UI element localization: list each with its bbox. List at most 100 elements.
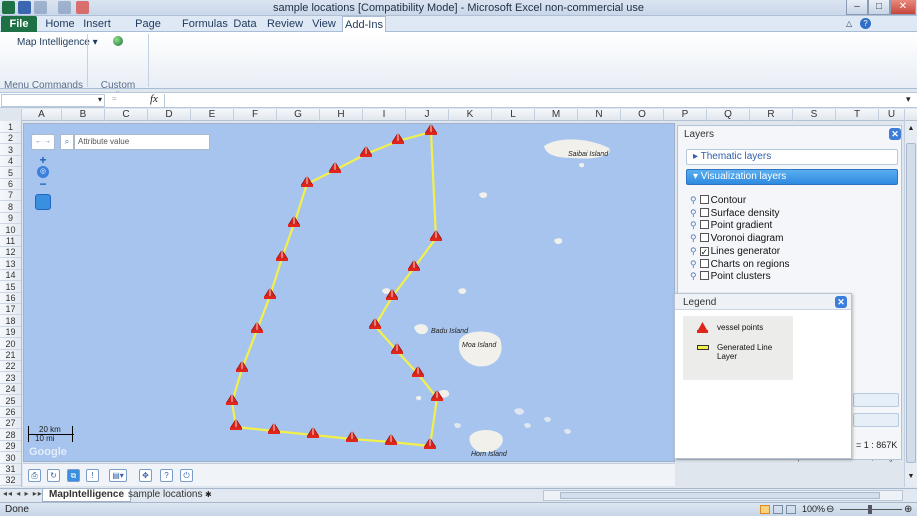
row-header[interactable]: 30 (0, 452, 21, 464)
column-header[interactable]: A (22, 109, 62, 121)
pin-icon[interactable]: ⚲ (690, 271, 697, 281)
zoom-out-button[interactable]: ⊖ (826, 504, 834, 515)
row-header[interactable]: 14 (0, 269, 21, 282)
vessel-marker-icon[interactable] (226, 394, 238, 406)
vessel-marker-icon[interactable] (307, 427, 319, 439)
vessel-marker-icon[interactable] (424, 438, 436, 450)
vessel-marker-icon[interactable] (412, 366, 424, 378)
layer-item-voronoi-diagram[interactable]: ⚲ Voronoi diagram (690, 232, 783, 244)
close-legend-icon[interactable]: ✕ (835, 296, 847, 308)
pin-icon[interactable]: ⚲ (690, 195, 697, 205)
maximize-button[interactable]: □ (868, 0, 890, 15)
chevron-down-icon[interactable]: ▾ (98, 95, 102, 104)
row-header[interactable]: 7 (0, 189, 21, 202)
layer-item-charts-on-regions[interactable]: ⚲ Charts on regions (690, 258, 790, 270)
vessel-marker-icon[interactable] (425, 124, 437, 136)
tab-view[interactable]: View (310, 16, 338, 32)
row-header[interactable]: 26 (0, 406, 21, 418)
row-header[interactable]: 5 (0, 167, 21, 179)
scroll-thumb[interactable] (906, 143, 916, 463)
vessel-marker-icon[interactable] (385, 434, 397, 446)
visualization-layers-header[interactable]: ▾ Visualization layers (686, 169, 898, 185)
globe-icon[interactable] (113, 36, 123, 46)
row-header[interactable]: 22 (0, 360, 21, 373)
vessel-marker-icon[interactable] (301, 176, 313, 188)
row-header[interactable]: 4 (0, 155, 21, 168)
tab-page-layout[interactable]: Page Layout (122, 16, 174, 46)
vessel-marker-icon[interactable] (236, 361, 248, 373)
layer-checkbox[interactable] (699, 220, 709, 230)
vessel-marker-icon[interactable] (408, 260, 420, 272)
vessel-marker-icon[interactable] (251, 322, 263, 334)
column-header[interactable]: D (148, 109, 191, 121)
help-icon[interactable]: ? (860, 18, 871, 29)
row-header[interactable]: 27 (0, 417, 21, 430)
close-layers-icon[interactable]: ✕ (889, 128, 901, 140)
row-header[interactable]: 15 (0, 281, 21, 293)
column-header[interactable]: L (492, 109, 535, 121)
row-header[interactable]: 29 (0, 440, 21, 453)
zoom-in-button[interactable]: ⊕ (904, 504, 912, 515)
history-nav-buttons[interactable]: ← → (31, 134, 55, 150)
thematic-layers-header[interactable]: ▸ Thematic layers (686, 149, 898, 165)
column-header[interactable]: T (836, 109, 879, 121)
vessel-marker-icon[interactable] (268, 423, 280, 435)
normal-view-icon[interactable] (760, 505, 770, 514)
tab-formulas[interactable]: Formulas (182, 16, 228, 32)
column-header[interactable]: G (277, 109, 320, 121)
pin-icon[interactable]: ⚲ (690, 233, 697, 243)
column-header[interactable]: U (879, 109, 905, 121)
column-header[interactable]: O (621, 109, 664, 121)
select-all-corner[interactable] (0, 109, 22, 121)
layer-checkbox[interactable] (699, 271, 709, 281)
column-header[interactable]: I (363, 109, 406, 121)
power-icon[interactable]: ⏻ (180, 469, 193, 482)
vessel-marker-icon[interactable] (230, 419, 242, 431)
layer-item-point-gradient[interactable]: ⚲ Point gradient (690, 219, 772, 231)
map-intelligence-menu[interactable]: Map Intelligence ▾ (17, 37, 98, 48)
layer-select-icon[interactable]: ▤▾ (109, 469, 127, 482)
row-header[interactable]: 17 (0, 303, 21, 316)
vessel-marker-icon[interactable] (386, 289, 398, 301)
vessel-marker-icon[interactable] (276, 250, 288, 262)
row-header[interactable]: 19 (0, 326, 21, 339)
vessel-marker-icon[interactable] (430, 230, 442, 242)
pan-icon[interactable]: ✥ (139, 469, 152, 482)
h-scroll-thumb[interactable] (560, 492, 880, 499)
column-header[interactable]: F (234, 109, 277, 121)
vessel-marker-icon[interactable] (392, 133, 404, 145)
pin-icon[interactable]: ⚲ (690, 208, 697, 218)
column-header[interactable]: M (535, 109, 578, 121)
row-header[interactable]: 31 (0, 463, 21, 475)
name-box[interactable]: ▾ (1, 94, 105, 107)
vessel-marker-icon[interactable] (431, 390, 443, 402)
pin-icon[interactable]: ⚲ (690, 220, 697, 230)
row-header[interactable]: 12 (0, 246, 21, 259)
basemap-icon[interactable] (35, 194, 51, 210)
layer-item-lines-generator[interactable]: ⚲ ✓ Lines generator (690, 245, 780, 257)
zoom-out-icon[interactable]: − (37, 178, 49, 190)
formula-input[interactable] (164, 94, 904, 107)
page-layout-view-icon[interactable] (773, 505, 783, 514)
row-header[interactable]: 13 (0, 258, 21, 270)
row-header[interactable]: 25 (0, 395, 21, 407)
column-header[interactable]: H (320, 109, 363, 121)
layer-item-contour[interactable]: ⚲ Contour (690, 194, 746, 206)
row-header[interactable]: 2 (0, 132, 21, 145)
column-header[interactable]: N (578, 109, 621, 121)
layer-checkbox[interactable]: ✓ (699, 246, 709, 256)
row-header[interactable]: 8 (0, 201, 21, 213)
zoom-slider-thumb[interactable] (868, 505, 872, 514)
layer-item-surface-density[interactable]: ⚲ Surface density (690, 207, 780, 219)
page-break-view-icon[interactable] (786, 505, 796, 514)
row-header[interactable]: 24 (0, 383, 21, 396)
layer-checkbox[interactable] (699, 195, 709, 204)
vessel-marker-icon[interactable] (288, 216, 300, 228)
vessel-marker-icon[interactable] (264, 288, 276, 300)
row-header[interactable]: 10 (0, 224, 21, 236)
column-header[interactable]: P (664, 109, 707, 121)
row-header[interactable]: 20 (0, 338, 21, 350)
sheet-tab-mapintelligence[interactable]: MapIntelligence (42, 489, 132, 502)
column-header[interactable]: S (793, 109, 836, 121)
minimize-button[interactable]: – (846, 0, 868, 15)
